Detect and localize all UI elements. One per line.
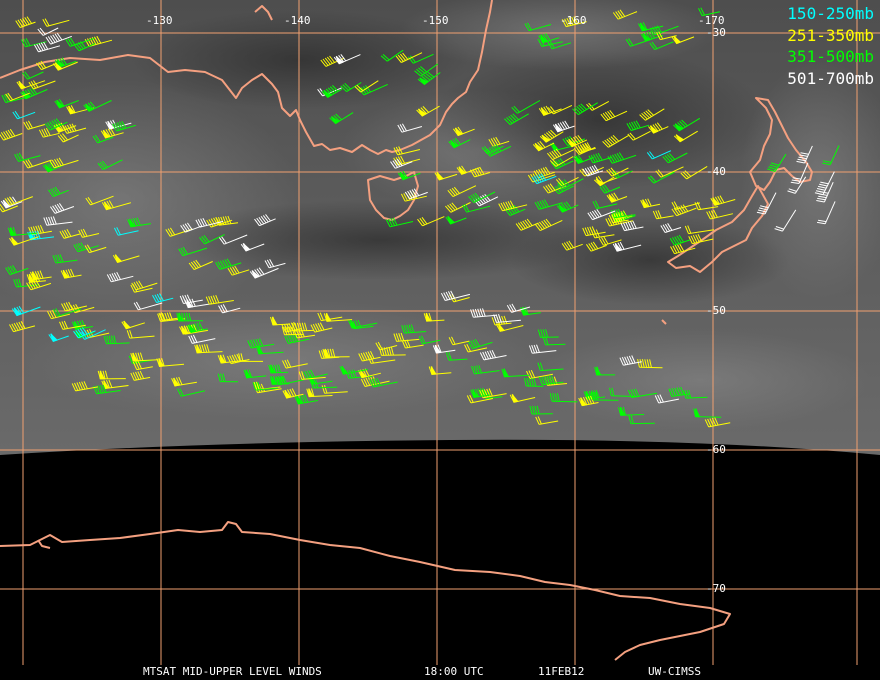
pressure-legend: 150-250mb 251-350mb 351-500mb 501-700mb xyxy=(787,3,874,89)
caption-time: 18:00 UTC xyxy=(424,665,484,678)
legend-entry-150-250: 150-250mb xyxy=(787,4,874,23)
map-canvas xyxy=(0,0,880,665)
lat-label-50: -50 xyxy=(706,304,726,317)
legend-entry-251-350: 251-350mb xyxy=(787,25,874,45)
lon-label-150: -150 xyxy=(422,14,449,27)
caption-source: UW-CIMSS xyxy=(648,665,701,678)
antarctica-inlet xyxy=(37,539,51,549)
image-caption: MTSAT MID-UPPER LEVEL WINDS 18:00 UTC 11… xyxy=(0,665,880,680)
legend-entry-351-500: 351-500mb xyxy=(787,47,874,66)
caption-product: MTSAT MID-UPPER LEVEL WINDS xyxy=(143,665,322,678)
legend-entry-501-700: 501-700mb xyxy=(787,68,874,88)
lon-label-130: -130 xyxy=(146,14,173,27)
lat-label-60: -60 xyxy=(706,443,726,456)
antarctica-coast xyxy=(0,521,731,661)
caption-date: 11FEB12 xyxy=(538,665,585,678)
lon-label-160: -160 xyxy=(560,14,587,27)
lat-label-30: -30 xyxy=(706,26,726,39)
lat-label-70: -70 xyxy=(706,582,726,595)
satellite-wind-map: -130 -140 -150 -160 -170 -30 -40 -50 -60… xyxy=(0,0,880,680)
lat-label-40: -40 xyxy=(706,165,726,178)
lon-label-140: -140 xyxy=(284,14,311,27)
